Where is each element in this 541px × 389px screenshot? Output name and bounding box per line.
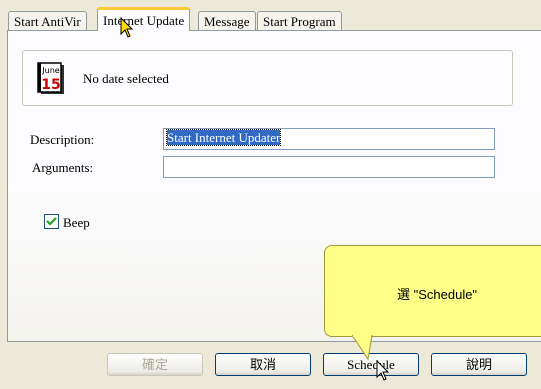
beep-checkbox[interactable] [44,214,59,229]
description-field[interactable]: Start Internet Updater [163,128,495,150]
tab-label: Start AntiVir [14,14,81,29]
calendar-day: 15 [41,77,60,93]
description-value: Start Internet Updater [165,129,282,146]
tab-start-program[interactable]: Start Program [257,11,342,30]
tab-strip: Start AntiVir Internet Update Message St… [0,0,541,31]
help-button[interactable]: 說明 [431,353,527,376]
ok-button[interactable]: 確定 [107,353,203,376]
arguments-field[interactable] [163,156,495,178]
cancel-button[interactable]: 取消 [215,353,311,376]
checkmark-icon [46,217,57,226]
arguments-label: Arguments: [32,160,94,175]
tab-label: Message [204,14,250,29]
schedule-date-box: June 15 No date selected [22,50,513,106]
calendar-month: June [41,66,60,75]
tab-label: Start Program [263,14,336,29]
tab-message[interactable]: Message [198,11,256,30]
description-label: Description: [30,132,95,147]
tooltip-callout: 選 "Schedule" [324,245,541,337]
date-status-text: No date selected [83,71,169,86]
beep-label[interactable]: Beep [63,215,90,231]
mouse-pointer-icon [120,17,134,38]
callout-text: 選 "Schedule" [397,287,478,302]
tab-start-antivir[interactable]: Start AntiVir [8,11,87,30]
tab-internet-update[interactable]: Internet Update [97,7,191,31]
tab-label: Internet Update [103,13,185,28]
mouse-pointer-icon [376,360,390,381]
calendar-icon[interactable]: June 15 [36,62,65,95]
